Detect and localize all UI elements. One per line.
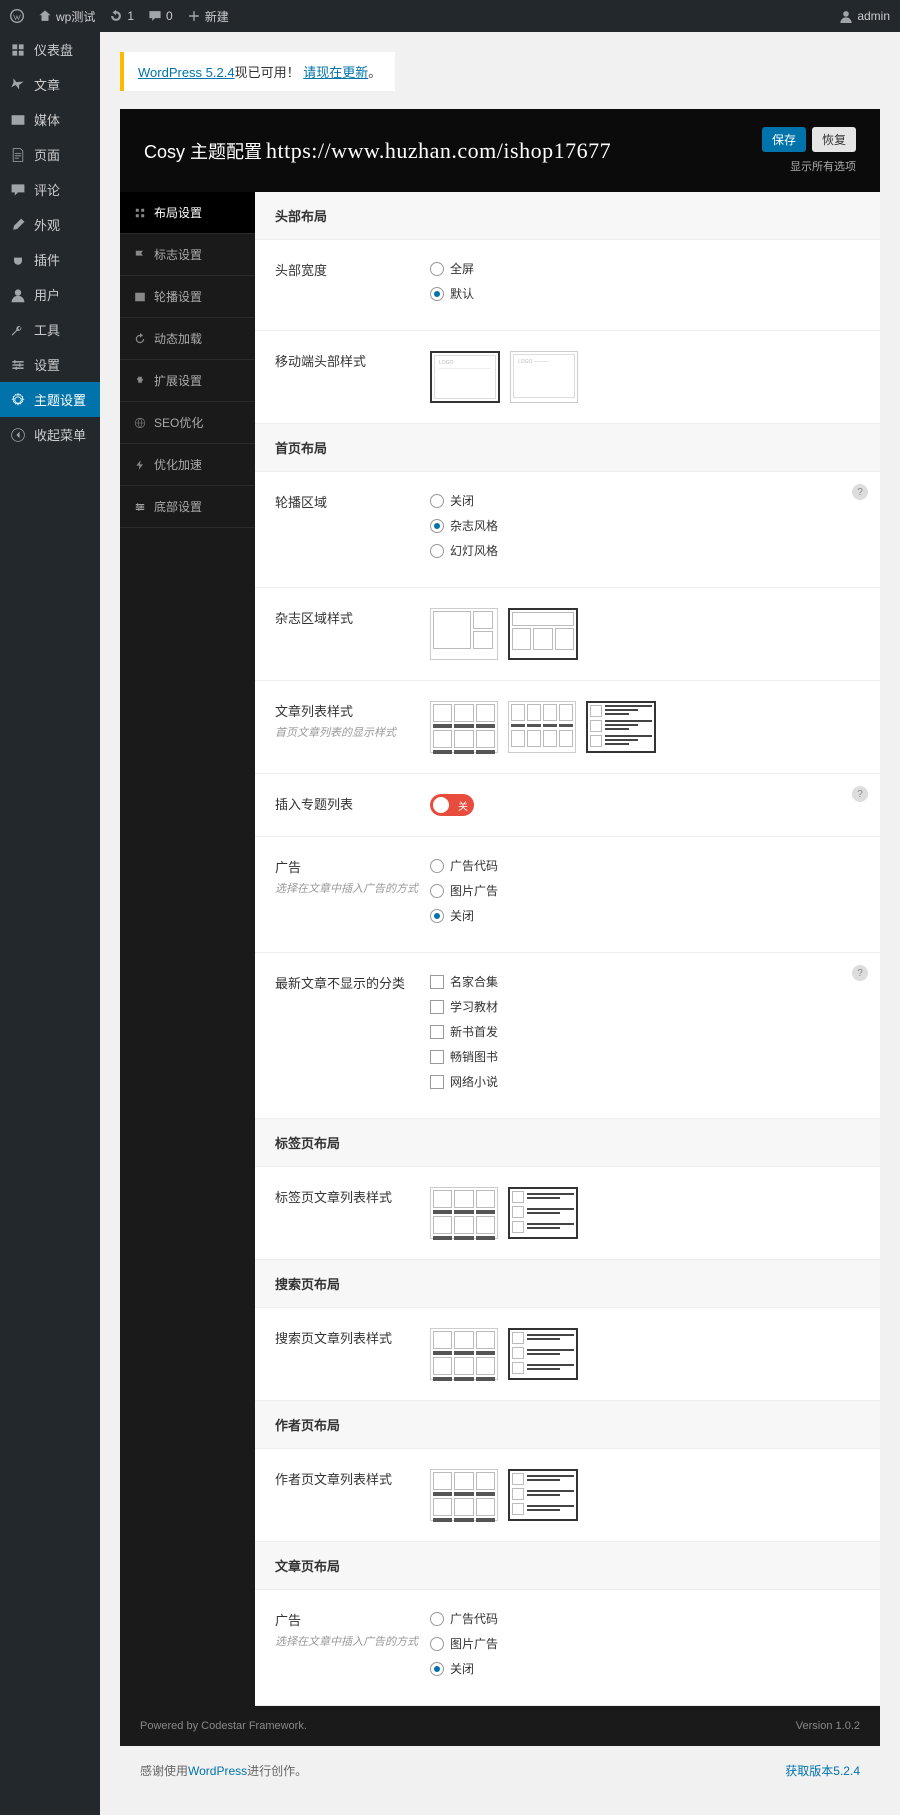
nav-comment[interactable]: 评论 <box>0 172 100 207</box>
nav-dashboard[interactable]: 仪表盘 <box>0 32 100 67</box>
options-content: 头部布局 头部宽度 全屏默认 移动端头部样式 LOGO LOGO ——— 首页布… <box>255 192 880 1706</box>
radios-ad1-option-1[interactable]: 图片广告 <box>430 882 860 899</box>
nav-brush[interactable]: 外观 <box>0 207 100 242</box>
wp-logo-icon[interactable] <box>10 9 24 23</box>
field-ad-home: 广告 选择在文章中插入广告的方式 广告代码图片广告关闭 <box>255 837 880 953</box>
options-tab-6[interactable]: 优化加速 <box>120 444 255 486</box>
radios-ad2-option-1[interactable]: 图片广告 <box>430 1635 860 1652</box>
nav-wrench[interactable]: 工具 <box>0 312 100 347</box>
radios-ad1-option-0[interactable]: 广告代码 <box>430 857 860 874</box>
update-now-link[interactable]: 请现在更新 <box>303 65 368 80</box>
radios-carousel-option-1[interactable]: 杂志风格 <box>430 517 860 534</box>
taglist-option-grid[interactable] <box>430 1187 498 1239</box>
help-icon[interactable]: ? <box>852 484 868 500</box>
nav-pages[interactable]: 页面 <box>0 137 100 172</box>
exclude-cat-checkbox-2[interactable]: 新书首发 <box>430 1023 860 1040</box>
section-author-layout: 作者页布局 <box>255 1401 880 1449</box>
theme-options-header: Cosy 主题配置 https://www.huzhan.com/ishop17… <box>120 109 880 192</box>
nav-gear[interactable]: 主题设置 <box>0 382 100 417</box>
options-footer: Powered by Codestar Framework. Version 1… <box>120 1706 880 1746</box>
theme-title: Cosy 主题配置 <box>144 138 262 164</box>
site-link[interactable]: wp测试 <box>38 8 95 25</box>
options-tab-0[interactable]: 布局设置 <box>120 192 255 234</box>
save-button[interactable]: 保存 <box>762 127 806 152</box>
user-menu[interactable]: admin <box>839 9 890 23</box>
section-search-layout: 搜索页布局 <box>255 1260 880 1308</box>
exclude-cat-checkbox-1[interactable]: 学习教材 <box>430 998 860 1015</box>
options-tab-5[interactable]: SEO优化 <box>120 402 255 444</box>
postlist-option-grid3[interactable] <box>430 701 498 753</box>
taglist-option-list[interactable] <box>508 1187 578 1239</box>
radios-ad2-option-0[interactable]: 广告代码 <box>430 1610 860 1627</box>
postlist-option-list[interactable] <box>586 701 656 753</box>
field-ad-article: 广告 选择在文章中插入广告的方式 广告代码图片广告关闭 <box>255 1590 880 1706</box>
help-icon[interactable]: ? <box>852 965 868 981</box>
get-version-link[interactable]: 获取版本5.2.4 <box>785 1762 860 1779</box>
nav-user[interactable]: 用户 <box>0 277 100 312</box>
radios-ad1-option-2[interactable]: 关闭 <box>430 907 860 924</box>
searchlist-option-grid[interactable] <box>430 1328 498 1380</box>
options-nav: 布局设置标志设置轮播设置动态加载扩展设置SEO优化优化加速底部设置 <box>120 192 255 1706</box>
exclude-cat-checkbox-0[interactable]: 名家合集 <box>430 973 860 990</box>
field-search-list-style: 搜索页文章列表样式 <box>255 1308 880 1401</box>
wp-version-link[interactable]: WordPress 5.2.4 <box>138 65 235 80</box>
radios-carousel-option-2[interactable]: 幻灯风格 <box>430 542 860 559</box>
field-carousel-area: ? 轮播区域 关闭杂志风格幻灯风格 <box>255 472 880 588</box>
nav-slider[interactable]: 设置 <box>0 347 100 382</box>
admin-sidebar: 仪表盘文章媒体页面评论外观插件用户工具设置主题设置收起菜单 <box>0 32 100 1815</box>
authorlist-option-list[interactable] <box>508 1469 578 1521</box>
update-notice: WordPress 5.2.4现已可用！ 请现在更新。 <box>120 52 395 91</box>
options-tab-1[interactable]: 标志设置 <box>120 234 255 276</box>
help-icon[interactable]: ? <box>852 786 868 802</box>
new-link[interactable]: 新建 <box>187 8 229 25</box>
radios-header-width-option-1[interactable]: 默认 <box>430 285 860 302</box>
exclude-cat-checkbox-3[interactable]: 畅销图书 <box>430 1048 860 1065</box>
updates-link[interactable]: 1 <box>109 9 134 23</box>
section-header-layout: 头部布局 <box>255 192 880 240</box>
section-tag-layout: 标签页布局 <box>255 1119 880 1167</box>
nav-collapse[interactable]: 收起菜单 <box>0 417 100 452</box>
radios-carousel-option-0[interactable]: 关闭 <box>430 492 860 509</box>
admin-bar: wp测试 1 0 新建 admin <box>0 0 900 32</box>
magazine-option-1[interactable] <box>430 608 498 660</box>
nav-plug[interactable]: 插件 <box>0 242 100 277</box>
section-home-layout: 首页布局 <box>255 424 880 472</box>
expand-all-link[interactable]: 显示所有选项 <box>790 158 856 174</box>
magazine-option-2[interactable] <box>508 608 578 660</box>
options-tab-7[interactable]: 底部设置 <box>120 486 255 528</box>
radios-ad2-option-2[interactable]: 关闭 <box>430 1660 860 1677</box>
field-author-list-style: 作者页文章列表样式 <box>255 1449 880 1542</box>
field-tag-list-style: 标签页文章列表样式 <box>255 1167 880 1260</box>
field-magazine-style: 杂志区域样式 <box>255 588 880 681</box>
options-tab-2[interactable]: 轮播设置 <box>120 276 255 318</box>
nav-pin[interactable]: 文章 <box>0 67 100 102</box>
field-post-list-style: 文章列表样式 首页文章列表的显示样式 <box>255 681 880 774</box>
wordpress-link[interactable]: WordPress <box>188 1764 247 1778</box>
section-article-layout: 文章页布局 <box>255 1542 880 1590</box>
field-exclude-cats: ? 最新文章不显示的分类 名家合集学习教材新书首发畅销图书网络小说 <box>255 953 880 1119</box>
authorlist-option-grid[interactable] <box>430 1469 498 1521</box>
options-tab-4[interactable]: 扩展设置 <box>120 360 255 402</box>
main-content: WordPress 5.2.4现已可用！ 请现在更新。 Cosy 主题配置 ht… <box>100 32 900 1815</box>
mobile-header-option-2[interactable]: LOGO ——— <box>510 351 578 403</box>
comments-link[interactable]: 0 <box>148 9 173 23</box>
nav-media[interactable]: 媒体 <box>0 102 100 137</box>
field-insert-special: ? 插入专题列表 关 <box>255 774 880 837</box>
radios-header-width-option-0[interactable]: 全屏 <box>430 260 860 277</box>
reset-button[interactable]: 恢复 <box>812 127 856 152</box>
insert-special-toggle[interactable]: 关 <box>430 794 474 816</box>
wp-footer: 感谢使用WordPress进行创作。 获取版本5.2.4 <box>120 1746 880 1795</box>
options-tab-3[interactable]: 动态加载 <box>120 318 255 360</box>
postlist-option-grid4[interactable] <box>508 701 576 753</box>
searchlist-option-list[interactable] <box>508 1328 578 1380</box>
mobile-header-option-1[interactable]: LOGO <box>430 351 500 403</box>
watermark-text: https://www.huzhan.com/ishop17677 <box>266 138 611 164</box>
exclude-cat-checkbox-4[interactable]: 网络小说 <box>430 1073 860 1090</box>
field-header-width: 头部宽度 全屏默认 <box>255 240 880 331</box>
field-mobile-header: 移动端头部样式 LOGO LOGO ——— <box>255 331 880 424</box>
